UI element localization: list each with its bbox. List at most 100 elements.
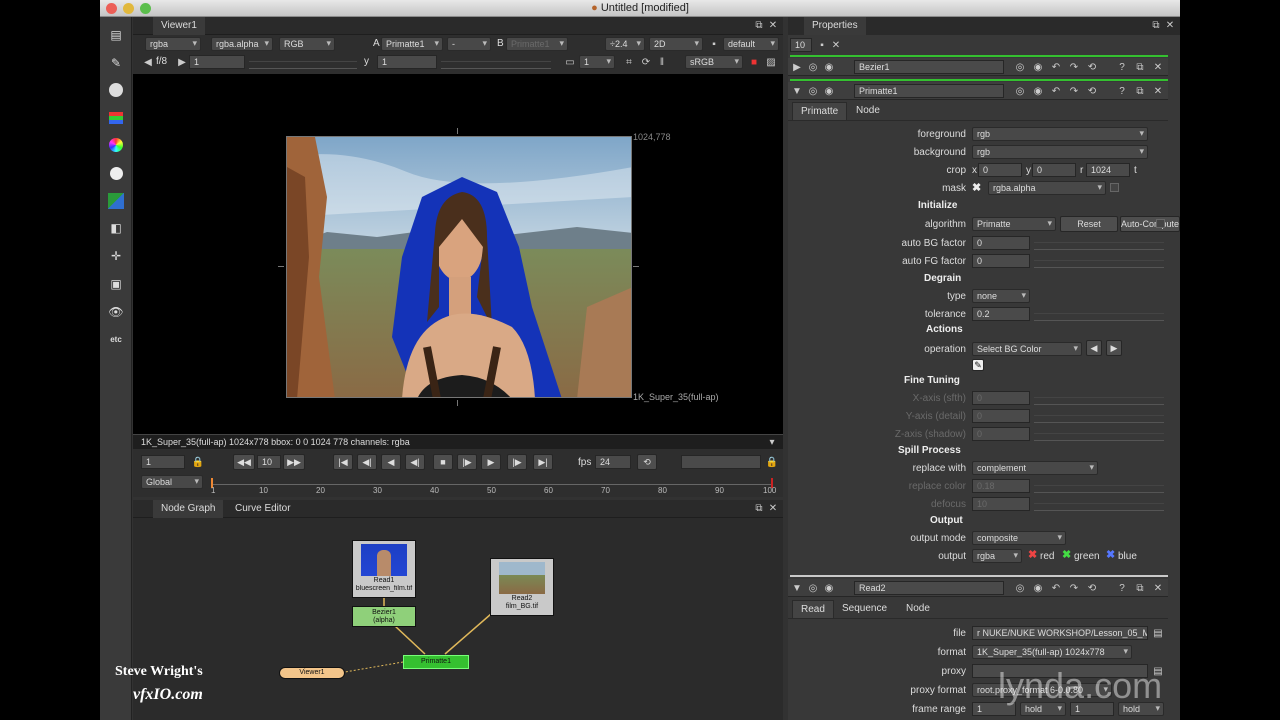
float-panel-icon[interactable]: ⧉ xyxy=(1150,19,1162,31)
info-expand-icon[interactable]: ▾ xyxy=(767,436,777,448)
replace-color-field[interactable]: 0.18 xyxy=(972,479,1030,493)
tab-node[interactable]: Node xyxy=(848,102,888,120)
format-dropdown[interactable]: 1K_Super_35(full-ap) 1024x778 xyxy=(972,645,1132,659)
float-node-icon[interactable]: ⧉ xyxy=(1134,582,1146,594)
keyer-tools-icon[interactable] xyxy=(106,191,126,211)
time-tools-icon[interactable] xyxy=(106,80,126,100)
gain-slider[interactable] xyxy=(249,55,357,69)
prev-frame-button[interactable]: ◀ xyxy=(381,454,401,470)
transform-tools-icon[interactable]: ✛ xyxy=(106,246,126,266)
layer-dropdown[interactable]: rgba.alpha xyxy=(211,37,273,51)
gamma-field[interactable]: 1 xyxy=(377,55,437,69)
first-frame-button[interactable]: |◀ xyxy=(333,454,353,470)
display-channel-dropdown[interactable]: RGB xyxy=(279,37,335,51)
collapse-arrow-icon[interactable]: ▼ xyxy=(792,582,802,594)
primatte1-node[interactable]: Primatte1 xyxy=(403,655,469,669)
tab-primatte[interactable]: Primatte xyxy=(792,102,848,120)
blue-channel-check[interactable]: ✖ xyxy=(1106,548,1115,561)
red-channel-check[interactable]: ✖ xyxy=(1028,548,1037,561)
read2-name-field[interactable]: Read2 xyxy=(854,581,1004,595)
replace-with-dropdown[interactable]: complement xyxy=(972,461,1098,475)
a-input-dropdown[interactable]: Primatte1 xyxy=(381,37,443,51)
primatte1-name-field[interactable]: Primatte1 xyxy=(854,84,1004,98)
color-picker-icon[interactable]: ✎ xyxy=(972,359,984,371)
max-panels-field[interactable]: 10 xyxy=(790,38,812,52)
viewer-checkbox[interactable] xyxy=(1156,219,1165,228)
undo-icon[interactable]: ↶ xyxy=(1050,85,1062,97)
tolerance-slider[interactable] xyxy=(1034,307,1164,321)
lock-panel-icon[interactable]: ▪ xyxy=(816,38,828,52)
ft-z-axis-slider[interactable] xyxy=(1034,427,1164,441)
close-node-icon[interactable]: ✕ xyxy=(1152,582,1164,594)
mask-enable-check[interactable]: ✖ xyxy=(972,181,981,194)
channel-tools-icon[interactable] xyxy=(106,108,126,128)
timeline-ruler[interactable]: 1 10 20 30 40 50 60 70 80 90 100 xyxy=(211,475,781,495)
operation-next-button[interactable]: ▶ xyxy=(1106,340,1122,356)
crop-x-field[interactable]: 0 xyxy=(978,163,1022,177)
node-enable-icon[interactable]: ◉ xyxy=(824,61,834,73)
channels-dropdown[interactable]: rgba xyxy=(145,37,201,51)
bezier1-name-field[interactable]: Bezier1 xyxy=(854,60,1004,74)
frame-range-field[interactable] xyxy=(681,455,761,469)
crop-y-field[interactable]: 0 xyxy=(1032,163,1076,177)
defocus-slider[interactable] xyxy=(1034,497,1164,511)
float-panel-icon[interactable]: ⧉ xyxy=(753,19,765,31)
ft-z-axis-field[interactable]: 0 xyxy=(972,427,1030,441)
pause-icon[interactable]: ‖ xyxy=(655,54,669,70)
tolerance-field[interactable]: 0.2 xyxy=(972,307,1030,321)
redo-icon[interactable]: ↷ xyxy=(1068,85,1080,97)
colorspace-dropdown[interactable]: sRGB xyxy=(685,55,743,69)
playback-mode-button[interactable]: ⟲ xyxy=(637,454,657,470)
camera-icon[interactable]: ▪ xyxy=(708,37,720,51)
play-forward-button[interactable]: |▶ xyxy=(457,454,477,470)
play-backward-button[interactable]: ◀| xyxy=(405,454,425,470)
next-frame-button[interactable]: ▶ xyxy=(481,454,501,470)
zoom-dropdown[interactable]: ÷2.4 xyxy=(605,37,645,51)
algorithm-dropdown[interactable]: Primatte xyxy=(972,217,1056,231)
skip-back-button[interactable]: ◀◀ xyxy=(233,454,255,470)
ft-y-axis-field[interactable]: 0 xyxy=(972,409,1030,423)
node-enable-icon[interactable]: ◉ xyxy=(824,582,834,594)
refresh-icon[interactable]: ⟳ xyxy=(639,54,653,70)
node-graph-panel[interactable]: Node Graph Curve Editor ⧉ ✕ Read1 bluesc… xyxy=(115,500,783,720)
node-color-icon[interactable]: ◎ xyxy=(808,582,818,594)
defocus-field[interactable]: 10 xyxy=(972,497,1030,511)
draw-tools-icon[interactable]: ✎ xyxy=(106,53,126,73)
close-node-icon[interactable]: ✕ xyxy=(1152,85,1164,97)
tab-sequence[interactable]: Sequence xyxy=(834,600,895,618)
node-enable-icon[interactable]: ◉ xyxy=(824,85,834,97)
prev-keyframe-button[interactable]: ◀| xyxy=(357,454,377,470)
revert-icon[interactable]: ⟲ xyxy=(1086,61,1098,73)
ab-operation-dropdown[interactable]: - xyxy=(447,37,491,51)
reset-button[interactable]: Reset xyxy=(1060,216,1118,232)
revert-icon[interactable]: ⟲ xyxy=(1086,85,1098,97)
output-mode-dropdown[interactable]: composite xyxy=(972,531,1066,545)
tab-viewer1[interactable]: Viewer1 xyxy=(153,17,205,35)
expand-arrow-icon[interactable]: ▶ xyxy=(792,61,802,73)
auto-compute-button[interactable]: Auto-Compute xyxy=(1120,216,1180,232)
b-input-dropdown[interactable]: Primatte1 xyxy=(506,37,568,51)
close-panel-icon[interactable]: ✕ xyxy=(767,19,779,31)
3d-tools-icon[interactable]: ▣ xyxy=(106,274,126,294)
fstop-next-icon[interactable]: ▶ xyxy=(177,55,187,69)
auto-bg-factor-slider[interactable] xyxy=(1034,236,1164,250)
lock-range-icon[interactable]: 🔒 xyxy=(191,455,205,469)
timeline-scope-dropdown[interactable]: Global xyxy=(141,475,203,489)
skip-forward-button[interactable]: ▶▶ xyxy=(283,454,305,470)
replace-color-slider[interactable] xyxy=(1034,479,1164,493)
gain-field[interactable]: 1 xyxy=(189,55,245,69)
views-tools-icon[interactable]: 👁 xyxy=(106,302,126,322)
view-mode-dropdown[interactable]: 2D xyxy=(649,37,703,51)
close-panel-icon[interactable]: ✕ xyxy=(1164,19,1176,31)
fstop-prev-icon[interactable]: ◀ xyxy=(143,55,153,69)
filter-tools-icon[interactable] xyxy=(106,163,126,183)
tab-properties[interactable]: Properties xyxy=(804,17,866,35)
float-node-icon[interactable]: ⧉ xyxy=(1134,61,1146,73)
file-path-field[interactable]: r NUKE/NUKE WORKSHOP/Lesson_05_Media/fil… xyxy=(972,626,1148,640)
gamma-slider[interactable] xyxy=(441,55,551,69)
redo-icon[interactable]: ↷ xyxy=(1068,582,1080,594)
redo-icon[interactable]: ↷ xyxy=(1068,61,1080,73)
file-browse-icon[interactable]: ▤ xyxy=(1152,626,1164,640)
close-node-icon[interactable]: ✕ xyxy=(1152,61,1164,73)
frame-increment-field[interactable]: 10 xyxy=(257,455,281,469)
